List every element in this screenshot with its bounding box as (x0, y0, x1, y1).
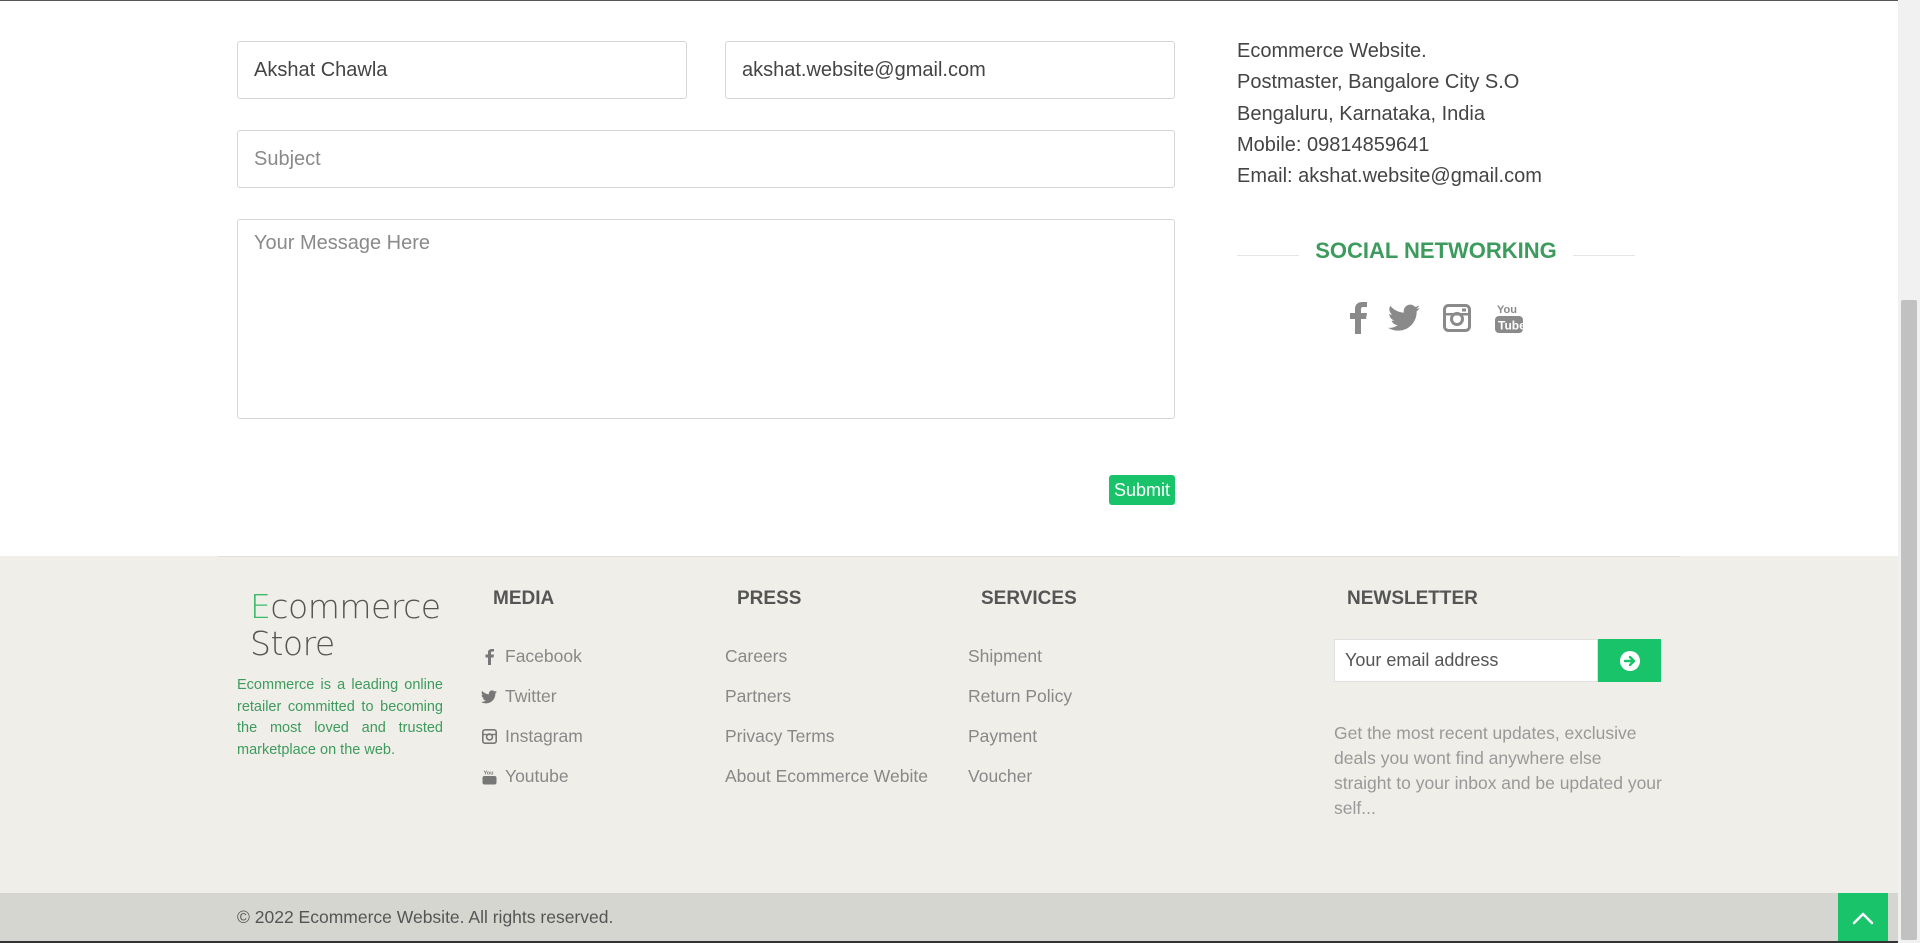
newsletter-heading: NEWSLETTER (1347, 588, 1478, 609)
newsletter-subscribe-button[interactable] (1598, 639, 1661, 682)
svg-text:You: You (1497, 304, 1517, 316)
press-link-partners[interactable]: Partners (725, 686, 791, 707)
press-link-privacy-terms[interactable]: Privacy Terms (725, 726, 835, 747)
media-link-label: Instagram (505, 726, 583, 746)
scroll-to-top-button[interactable] (1838, 893, 1888, 943)
scrollbar-thumb[interactable] (1901, 300, 1917, 940)
svg-text:Tube: Tube (1498, 319, 1524, 333)
press-link-careers[interactable]: Careers (725, 646, 787, 667)
chevron-up-icon (1852, 912, 1874, 925)
footer-about-text: Ecommerce is a leading online retailer c… (237, 677, 443, 758)
message-field[interactable] (237, 219, 1175, 419)
copyright-text: © 2022 Ecommerce Website. All rights res… (237, 907, 614, 927)
svg-text:You: You (483, 770, 493, 776)
social-networking-heading: SOCIAL NETWORKING (1315, 238, 1557, 263)
press-heading: PRESS (737, 588, 802, 609)
media-link-label: Facebook (505, 646, 582, 666)
youtube-icon: You (479, 767, 499, 787)
footer-logo[interactable]: Ecommerce Store (250, 588, 441, 662)
services-link-shipment[interactable]: Shipment (968, 646, 1042, 667)
footer-divider (218, 556, 1680, 557)
media-link-label: Twitter (505, 686, 557, 706)
address-email: Email: akshat.website@gmail.com (1237, 165, 1542, 188)
media-link-instagram[interactable]: Instagram (479, 726, 583, 747)
logo-text-line2: Store (250, 624, 335, 663)
name-field[interactable] (237, 41, 687, 99)
address-line-company: Ecommerce Website. (1237, 40, 1427, 62)
logo-text-line1: commerce (270, 587, 441, 626)
submit-button[interactable]: Submit (1109, 475, 1175, 505)
newsletter-description: Get the most recent updates, exclusive d… (1334, 723, 1662, 818)
media-heading: MEDIA (493, 588, 555, 609)
address-mobile: Mobile: 09814859641 (1237, 133, 1430, 156)
address-line-city: Bengaluru, Karnataka, India (1237, 102, 1485, 125)
newsletter-email-input[interactable] (1334, 639, 1598, 682)
media-link-facebook[interactable]: Facebook (479, 646, 582, 667)
instagram-icon (479, 727, 499, 747)
logo-accent-letter: E (250, 587, 271, 626)
email-field[interactable] (725, 41, 1175, 99)
subject-field[interactable] (237, 130, 1175, 188)
address-line-street: Postmaster, Bangalore City S.O (1237, 71, 1520, 94)
services-heading: SERVICES (981, 588, 1077, 609)
services-link-voucher[interactable]: Voucher (968, 766, 1032, 787)
arrow-circle-right-icon (1619, 650, 1640, 671)
media-link-label: Youtube (505, 766, 569, 786)
top-divider (0, 0, 1898, 1)
facebook-icon (479, 647, 499, 667)
media-link-youtube[interactable]: You Youtube (479, 766, 569, 787)
contact-address: Ecommerce Website. Postmaster, Bangalore… (1237, 36, 1542, 192)
facebook-icon[interactable] (1338, 298, 1378, 338)
twitter-icon (479, 687, 499, 707)
instagram-icon[interactable] (1437, 298, 1477, 338)
media-link-twitter[interactable]: Twitter (479, 686, 557, 707)
twitter-icon[interactable] (1384, 298, 1424, 338)
youtube-icon[interactable]: You Tube (1489, 298, 1529, 338)
services-link-return-policy[interactable]: Return Policy (968, 686, 1072, 707)
services-link-payment[interactable]: Payment (968, 726, 1037, 747)
press-link-about[interactable]: About Ecommerce Webite (725, 766, 928, 787)
